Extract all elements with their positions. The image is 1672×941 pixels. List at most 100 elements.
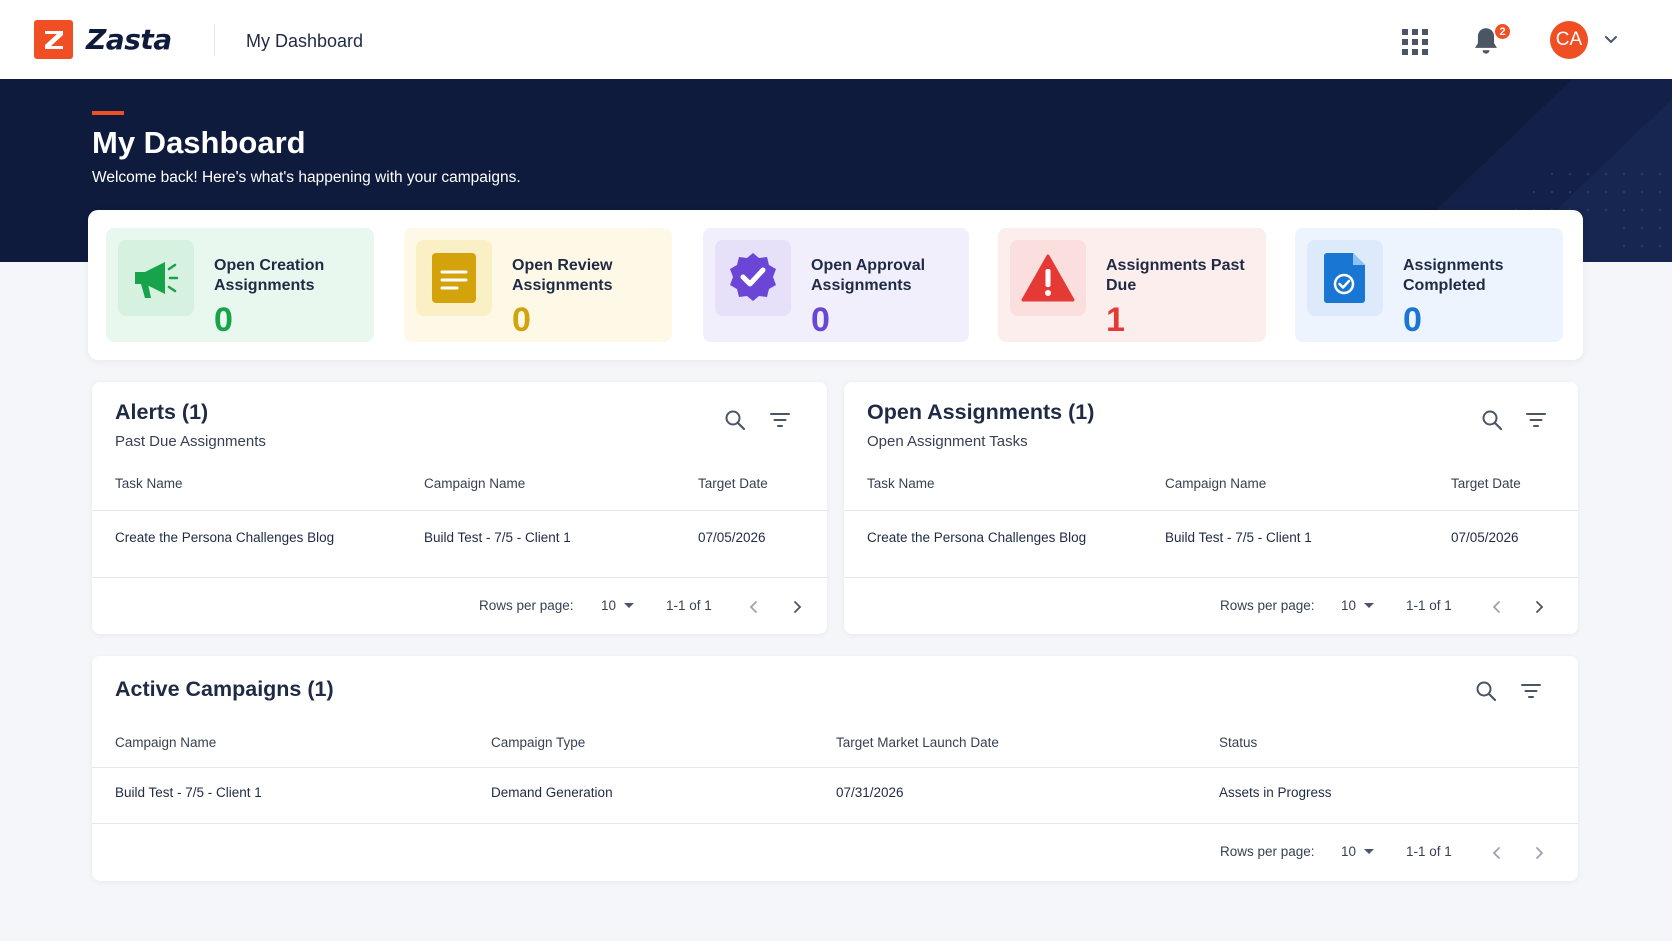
target-date-cell: 07/05/2026 — [698, 530, 766, 545]
stats-summary: Open Creation Assignments 0 Open Review … — [88, 210, 1583, 360]
divider — [844, 577, 1578, 578]
search-icon[interactable] — [1474, 679, 1498, 703]
hero-accent-bar — [92, 111, 124, 115]
stat-icon-wrap — [416, 240, 492, 316]
panel-title: Open Assignments (1) — [867, 400, 1095, 424]
search-icon[interactable] — [1480, 408, 1504, 432]
stat-value: 0 — [811, 301, 830, 339]
stat-icon-wrap — [715, 240, 791, 316]
stat-card-open-review[interactable]: Open Review Assignments 0 — [404, 228, 672, 342]
divider — [92, 767, 1578, 768]
megaphone-icon — [135, 262, 179, 298]
pagination-range: 1-1 of 1 — [1406, 598, 1452, 613]
column-header[interactable]: Campaign Name — [1165, 476, 1266, 491]
divider — [92, 577, 827, 578]
stat-label: Open Creation Assignments — [214, 257, 325, 294]
rows-per-page-label: Rows per page: — [1220, 598, 1315, 613]
caret-down-icon — [624, 603, 635, 608]
rows-per-page-select[interactable]: 10 — [1341, 844, 1375, 859]
notification-badge: 2 — [1494, 23, 1511, 40]
brand-mark — [34, 20, 73, 59]
stat-label: Open Review Assignments — [512, 257, 613, 294]
chevron-right-icon[interactable] — [1532, 600, 1546, 614]
brand-logo[interactable]: Zasta — [34, 20, 172, 59]
stat-icon-wrap — [118, 240, 194, 316]
top-divider — [214, 24, 215, 56]
hero-title: My Dashboard — [92, 125, 306, 160]
stat-icon-wrap — [1010, 240, 1086, 316]
task-name-cell[interactable]: Create the Persona Challenges Blog — [115, 530, 334, 545]
open-assignments-panel: Open Assignments (1) Open Assignment Tas… — [844, 382, 1578, 634]
rows-per-page-value: 10 — [1341, 844, 1357, 859]
chevron-right-icon[interactable] — [790, 600, 804, 614]
panel-title: Alerts (1) — [115, 400, 209, 424]
chevron-right-icon[interactable] — [1532, 846, 1546, 860]
stat-value: 0 — [1403, 301, 1422, 339]
top-bar: Zasta My Dashboard 2 CA — [0, 0, 1672, 79]
document-lines-icon — [432, 253, 476, 303]
stat-value: 1 — [1106, 301, 1125, 339]
chevron-left-icon[interactable] — [1490, 846, 1504, 860]
caret-down-icon — [1364, 603, 1375, 608]
panel-subtitle: Open Assignment Tasks — [867, 433, 1028, 450]
chevron-left-icon[interactable] — [747, 600, 761, 614]
filter-icon[interactable] — [1519, 679, 1543, 703]
stat-card-completed[interactable]: Assignments Completed 0 — [1295, 228, 1563, 342]
column-header[interactable]: Status — [1219, 735, 1257, 750]
column-header[interactable]: Campaign Type — [491, 735, 585, 750]
campaign-name-cell: Build Test - 7/5 - Client 1 — [1165, 530, 1312, 545]
stat-card-past-due[interactable]: Assignments Past Due 1 — [998, 228, 1266, 342]
avatar[interactable]: CA — [1550, 21, 1588, 59]
rows-per-page-select[interactable]: 10 — [601, 598, 635, 613]
verified-badge-icon — [730, 253, 776, 301]
column-header[interactable]: Target Market Launch Date — [836, 735, 999, 750]
stat-label: Assignments Completed — [1403, 257, 1504, 294]
launch-date-cell: 07/31/2026 — [836, 785, 904, 800]
warning-triangle-icon — [1021, 254, 1075, 302]
column-header[interactable]: Campaign Name — [115, 735, 216, 750]
divider — [92, 510, 827, 511]
caret-down-icon — [1364, 849, 1375, 854]
target-date-cell: 07/05/2026 — [1451, 530, 1519, 545]
brand-name: Zasta — [86, 23, 172, 56]
active-campaigns-panel: Active Campaigns (1) Campaign Name Campa… — [92, 656, 1578, 881]
column-header[interactable]: Campaign Name — [424, 476, 525, 491]
divider — [92, 823, 1578, 824]
filter-icon[interactable] — [1524, 408, 1548, 432]
campaign-type-cell: Demand Generation — [491, 785, 613, 800]
search-icon[interactable] — [723, 408, 747, 432]
column-header[interactable]: Target Date — [698, 476, 768, 491]
filter-icon[interactable] — [768, 408, 792, 432]
alerts-panel: Alerts (1) Past Due Assignments Task Nam… — [92, 382, 827, 634]
rows-per-page-label: Rows per page: — [1220, 844, 1315, 859]
panel-subtitle: Past Due Assignments — [115, 433, 266, 450]
stat-card-open-approval[interactable]: Open Approval Assignments 0 — [703, 228, 969, 342]
stat-value: 0 — [512, 301, 531, 339]
chevron-left-icon[interactable] — [1490, 600, 1504, 614]
page-title: My Dashboard — [246, 31, 364, 51]
stat-label: Assignments Past Due — [1106, 257, 1245, 294]
column-header[interactable]: Task Name — [115, 476, 183, 491]
status-cell: Assets in Progress — [1219, 785, 1332, 800]
column-header[interactable]: Target Date — [1451, 476, 1521, 491]
column-header[interactable]: Task Name — [867, 476, 935, 491]
rows-per-page-value: 10 — [1341, 598, 1357, 613]
rows-per-page-value: 10 — [601, 598, 617, 613]
divider — [844, 510, 1578, 511]
completed-document-icon — [1324, 253, 1365, 303]
campaign-name-cell: Build Test - 7/5 - Client 1 — [424, 530, 571, 545]
stat-value: 0 — [214, 301, 233, 339]
stat-icon-wrap — [1307, 240, 1383, 316]
rows-per-page-select[interactable]: 10 — [1341, 598, 1375, 613]
pagination-range: 1-1 of 1 — [666, 598, 712, 613]
apps-grid-icon[interactable] — [1402, 29, 1428, 55]
task-name-cell[interactable]: Create the Persona Challenges Blog — [867, 530, 1086, 545]
campaign-name-cell[interactable]: Build Test - 7/5 - Client 1 — [115, 785, 262, 800]
panel-title: Active Campaigns (1) — [115, 677, 334, 701]
pagination-range: 1-1 of 1 — [1406, 844, 1452, 859]
hero-subtitle: Welcome back! Here's what's happening wi… — [92, 169, 521, 186]
chevron-down-icon[interactable] — [1604, 35, 1618, 45]
stat-label: Open Approval Assignments — [811, 257, 926, 294]
rows-per-page-label: Rows per page: — [479, 598, 574, 613]
stat-card-open-creation[interactable]: Open Creation Assignments 0 — [106, 228, 374, 342]
